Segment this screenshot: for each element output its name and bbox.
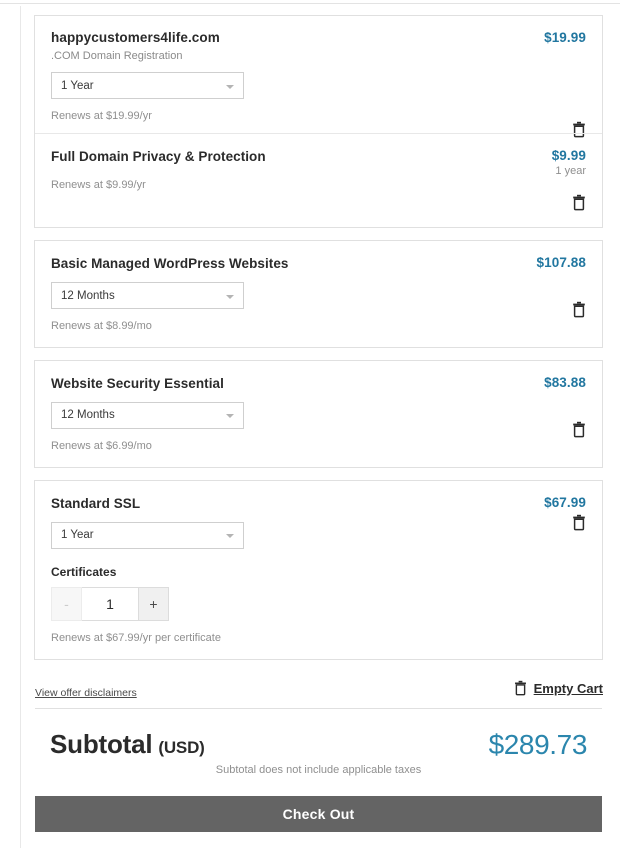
- item-price: $107.88: [536, 255, 586, 271]
- checkout-button[interactable]: Check Out: [35, 796, 602, 832]
- cart-item-ssl: Standard SSL 1 Year Certificates - 1 + R…: [35, 481, 602, 659]
- item-subtitle: .COM Domain Registration: [51, 49, 183, 62]
- item-price: $83.88: [544, 375, 586, 391]
- remove-item-button-privacy[interactable]: [571, 194, 587, 212]
- trash-icon: [573, 302, 585, 318]
- subtotal-amount: $289.73: [488, 729, 588, 760]
- quantity-decrement-button[interactable]: -: [51, 586, 82, 621]
- view-offer-disclaimers-link[interactable]: View offer disclaimers: [35, 687, 137, 699]
- top-divider: [0, 3, 620, 4]
- quantity-value[interactable]: 1: [82, 586, 138, 621]
- empty-cart-label: Empty Cart: [533, 681, 603, 696]
- item-title: happycustomers4life.com: [51, 30, 220, 45]
- trash-icon: [573, 195, 585, 211]
- empty-cart-button[interactable]: Empty Cart: [513, 680, 603, 697]
- term-select-ssl[interactable]: 1 Year: [51, 521, 244, 549]
- term-select-value: 12 Months: [61, 409, 115, 422]
- cart-item-card-wordpress: Basic Managed WordPress Websites 12 Mont…: [34, 240, 603, 349]
- cart-item-wordpress: Basic Managed WordPress Websites 12 Mont…: [35, 241, 602, 347]
- subtotal-section: Subtotal (USD) $289.73 Subtotal does not …: [34, 709, 603, 781]
- item-title: Standard SSL: [51, 496, 141, 512]
- term-select-value: 1 Year: [61, 529, 94, 542]
- trash-icon: [514, 680, 526, 696]
- subtotal-currency: (USD): [158, 738, 205, 757]
- subtotal-label: Subtotal: [50, 729, 153, 759]
- chevron-down-icon: [226, 294, 234, 299]
- trash-icon: [573, 422, 585, 438]
- item-title: Full Domain Privacy & Protection: [51, 149, 266, 165]
- item-price: $9.99: [551, 148, 586, 164]
- cart-item-security: Website Security Essential 12 Months Ren…: [35, 361, 602, 467]
- cart-item-domain: happycustomers4life.com .COM Domain Regi…: [35, 16, 602, 138]
- cart-item-card-ssl: Standard SSL 1 Year Certificates - 1 + R…: [34, 480, 603, 660]
- item-renewal-note: Renews at $6.99/mo: [51, 439, 152, 452]
- chevron-down-icon: [226, 84, 234, 89]
- item-title: Website Security Essential: [51, 376, 224, 392]
- item-renewal-note: Renews at $19.99/yr: [51, 110, 152, 123]
- term-select-security[interactable]: 12 Months: [51, 401, 244, 429]
- item-renewal-note: Renews at $67.99/yr per certificate: [51, 631, 221, 644]
- remove-item-button-security[interactable]: [571, 421, 587, 439]
- cart-item-card-security: Website Security Essential 12 Months Ren…: [34, 360, 603, 469]
- term-select-domain[interactable]: 1 Year: [51, 72, 244, 100]
- remove-item-button-ssl[interactable]: [571, 514, 587, 532]
- shopping-cart-page: happycustomers4life.com .COM Domain Regi…: [0, 0, 620, 848]
- trash-icon: [573, 514, 585, 531]
- chevron-down-icon: [226, 414, 234, 419]
- cart-item-card-domain: happycustomers4life.com .COM Domain Regi…: [34, 15, 603, 229]
- term-select-wordpress[interactable]: 12 Months: [51, 282, 244, 310]
- quantity-stepper: - 1 +: [51, 586, 169, 621]
- chevron-down-icon: [226, 534, 234, 539]
- tax-note: Subtotal does not include applicable tax…: [215, 764, 422, 776]
- cart-footer-links: View offer disclaimers Empty Cart: [34, 672, 603, 708]
- term-select-value: 1 Year: [61, 79, 94, 92]
- item-title: Basic Managed WordPress Websites: [51, 256, 289, 272]
- remove-item-button-wordpress[interactable]: [571, 301, 587, 319]
- term-select-value: 12 Months: [61, 289, 115, 302]
- cart-item-privacy: Full Domain Privacy & Protection Renews …: [35, 133, 602, 227]
- quantity-increment-button[interactable]: +: [138, 586, 169, 621]
- item-price: $19.99: [544, 30, 586, 45]
- cart-container: happycustomers4life.com .COM Domain Regi…: [20, 6, 620, 848]
- item-price: $67.99: [544, 495, 586, 511]
- item-renewal-note: Renews at $8.99/mo: [51, 320, 152, 333]
- item-renewal-note: Renews at $9.99/yr: [51, 179, 146, 192]
- item-price-term: 1 year: [555, 165, 586, 178]
- quantity-label: Certificates: [51, 564, 117, 579]
